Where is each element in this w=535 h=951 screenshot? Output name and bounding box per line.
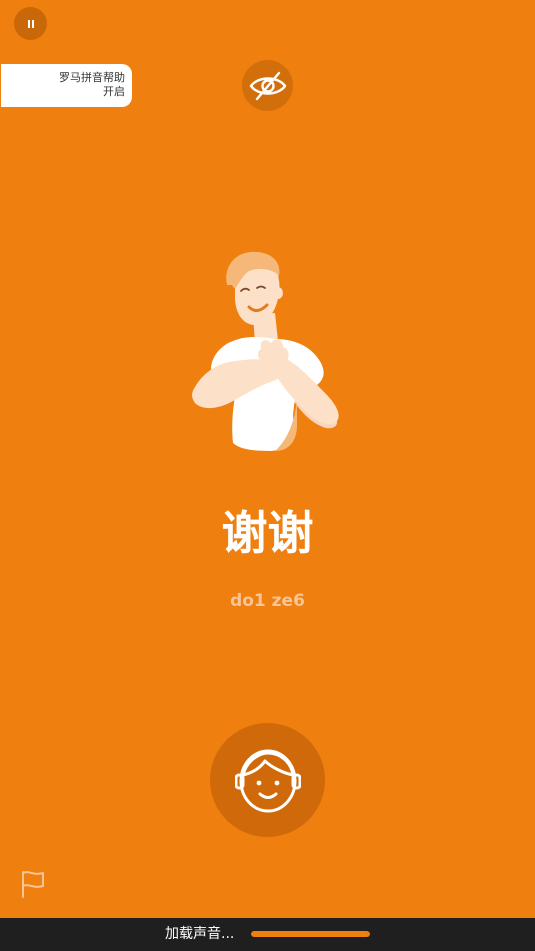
play-sound-button[interactable] — [210, 723, 325, 837]
lesson-romanization: do1 ze6 — [230, 591, 305, 611]
pause-button[interactable] — [14, 7, 47, 40]
flag-icon[interactable] — [19, 869, 47, 899]
romanization-help-state: 开启 — [103, 86, 125, 98]
romanization-help-title: 罗马拼音帮助 — [59, 72, 125, 84]
hide-text-button[interactable] — [242, 60, 293, 111]
loading-progress-track — [251, 931, 370, 937]
pause-icon — [27, 19, 34, 28]
loading-bar: 加载声音... — [0, 918, 535, 951]
eye-off-icon — [249, 71, 286, 100]
loading-progress-fill — [251, 931, 370, 937]
loading-label: 加载声音... — [165, 926, 235, 942]
person-thanking-illustration — [192, 251, 339, 451]
romanization-help-toggle[interactable]: 罗马拼音帮助 开启 — [1, 64, 132, 107]
lesson-word: 谢谢 — [221, 506, 314, 560]
speaker-face-icon — [234, 749, 301, 813]
